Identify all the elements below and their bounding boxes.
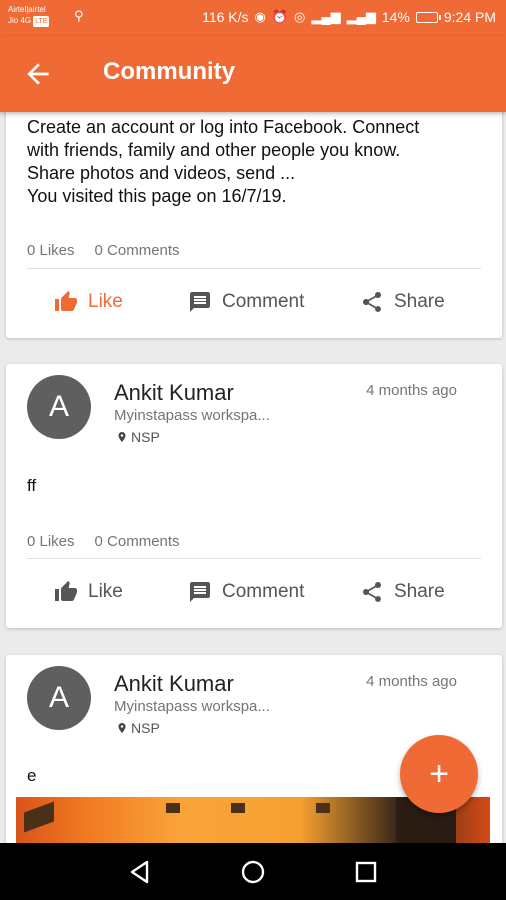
post-location: NSP <box>116 429 160 445</box>
likes-count: 0 Likes <box>27 242 75 259</box>
comment-button[interactable]: Comment <box>188 290 304 314</box>
like-label: Like <box>88 291 123 312</box>
post-text-line: with friends, family and other people yo… <box>27 140 401 160</box>
usb-icon: ⚲ <box>74 8 84 23</box>
comment-icon <box>190 292 210 312</box>
thumb-up-icon <box>55 291 77 311</box>
signal-icon: ▂▄▆ <box>311 9 341 24</box>
location-label: NSP <box>131 720 160 736</box>
carrier-info: Airtel|airtel Jio 4G LTE <box>8 4 50 27</box>
likes-count: 0 Likes <box>27 533 75 550</box>
app-bar: Community <box>0 36 506 112</box>
page-title: Community <box>103 58 235 85</box>
clock: 9:24 PM <box>443 9 496 25</box>
signal-icon-2: ▂▄▆ <box>346 9 376 24</box>
post-card: A Ankit Kumar 4 months ago Myinstapass w… <box>6 364 502 628</box>
author-name[interactable]: Ankit Kumar <box>114 380 234 406</box>
alarm-icon: ⏰ <box>271 9 289 24</box>
like-button[interactable]: Like <box>54 290 123 314</box>
share-label: Share <box>394 581 445 602</box>
thumb-up-icon <box>55 581 77 601</box>
like-button[interactable]: Like <box>54 580 123 604</box>
post-text-line: Create an account or log into Facebook. … <box>27 117 420 137</box>
author-name[interactable]: Ankit Kumar <box>114 671 234 697</box>
arrow-back-icon <box>27 63 49 85</box>
nav-back-icon[interactable] <box>126 858 154 886</box>
system-nav-bar <box>0 843 506 900</box>
carrier-line-1: Airtel|airtel <box>8 5 46 14</box>
comment-label: Comment <box>222 291 305 312</box>
share-button[interactable]: Share <box>360 290 445 314</box>
nav-home-icon[interactable] <box>239 858 267 886</box>
post-text: e <box>27 766 37 785</box>
post-stats: 0 Likes 0 Comments <box>27 533 180 550</box>
battery-percent: 14% <box>381 9 410 25</box>
comments-count: 0 Comments <box>94 242 180 259</box>
post-link-text[interactable]: Create an account or log into Facebook. … <box>27 116 487 208</box>
post-text: ff <box>27 476 37 495</box>
image-detail <box>231 803 245 813</box>
image-detail <box>316 803 330 813</box>
comment-label: Comment <box>222 581 305 602</box>
lte-badge: LTE <box>33 16 50 27</box>
post-card: Create an account or log into Facebook. … <box>6 100 502 338</box>
location-label: NSP <box>131 429 160 445</box>
nav-recents-icon[interactable] <box>352 858 380 886</box>
post-stats: 0 Likes 0 Comments <box>27 242 180 259</box>
comment-icon <box>190 582 210 602</box>
hotspot-icon: ◉ <box>254 9 266 24</box>
image-detail <box>24 801 54 833</box>
share-icon <box>363 582 381 602</box>
post-text-line: Share photos and videos, send ... <box>27 163 296 183</box>
share-button[interactable]: Share <box>360 580 445 604</box>
avatar[interactable]: A <box>27 666 91 730</box>
add-post-button[interactable]: + <box>400 735 478 813</box>
divider <box>27 268 481 269</box>
share-icon <box>363 292 381 312</box>
post-location: NSP <box>116 720 160 736</box>
status-bar: Airtel|airtel Jio 4G LTE ⚲ 116 K/s ◉ ⏰ ◎ … <box>0 0 506 36</box>
location-pin-icon <box>118 723 126 733</box>
image-detail <box>166 803 180 813</box>
post-text-line: You visited this page on 16/7/19. <box>27 186 287 206</box>
post-time: 4 months ago <box>366 382 457 399</box>
battery-icon <box>415 11 441 23</box>
divider <box>27 558 481 559</box>
avatar[interactable]: A <box>27 375 91 439</box>
location-pin-icon <box>118 432 126 442</box>
network-speed: 116 K/s <box>202 9 249 25</box>
like-label: Like <box>88 581 123 602</box>
comments-count: 0 Comments <box>94 533 180 550</box>
carrier-line-2: Jio 4G <box>8 16 32 25</box>
workspace-name: Myinstapass workspa... <box>114 698 270 715</box>
workspace-name: Myinstapass workspa... <box>114 407 270 424</box>
back-button[interactable] <box>22 58 54 90</box>
post-time: 4 months ago <box>366 673 457 690</box>
eye-icon: ◎ <box>294 9 306 24</box>
comment-button[interactable]: Comment <box>188 580 304 604</box>
share-label: Share <box>394 291 445 312</box>
